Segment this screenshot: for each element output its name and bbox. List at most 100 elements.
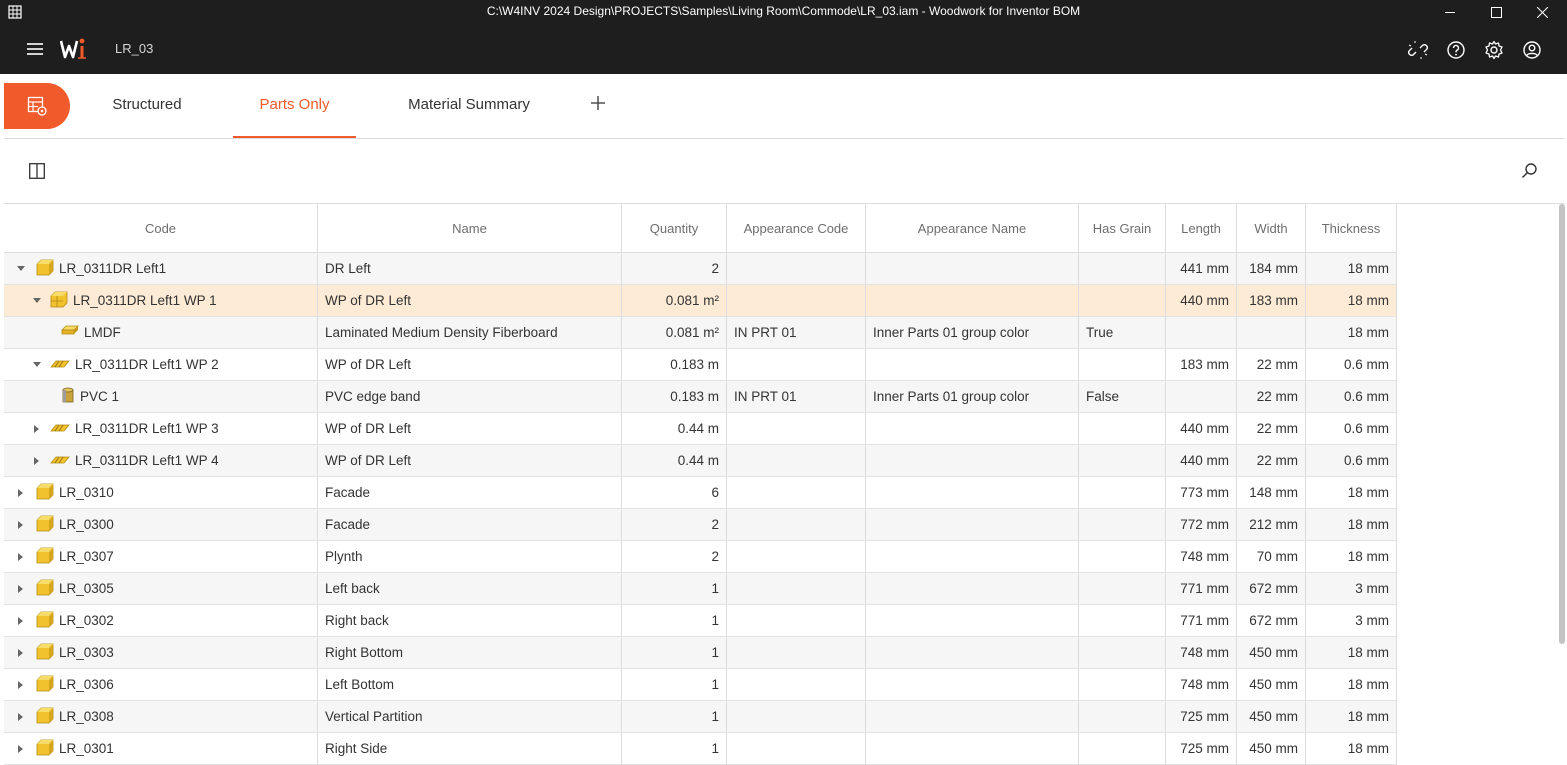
thickness-cell[interactable]: 0.6 mm [1306,381,1397,412]
collapse-caret-right-icon[interactable] [16,616,26,626]
code-cell[interactable]: LR_0311DR Left1 WP 2 [4,349,318,380]
width-cell[interactable]: 672 mm [1237,605,1306,636]
code-cell[interactable]: LR_0311DR Left1 WP 1 [4,285,318,316]
width-cell[interactable]: 672 mm [1237,573,1306,604]
has-grain-cell[interactable] [1079,573,1166,604]
length-cell[interactable]: 440 mm [1166,413,1237,444]
thickness-cell[interactable]: 18 mm [1306,285,1397,316]
thickness-cell[interactable]: 3 mm [1306,605,1397,636]
thickness-cell[interactable]: 18 mm [1306,541,1397,572]
tab-material-summary[interactable]: Material Summary [394,74,544,137]
length-cell[interactable]: 773 mm [1166,477,1237,508]
quantity-cell[interactable]: 1 [622,733,727,764]
quantity-cell[interactable]: 1 [622,637,727,668]
appearance-name-cell[interactable] [866,477,1079,508]
name-cell[interactable]: Facade [318,477,622,508]
appearance-code-cell[interactable] [727,445,866,476]
disconnected-link-icon[interactable] [1408,40,1428,60]
table-row[interactable]: PVC 1 PVC edge band 0.183 m IN PRT 01 Inner … [4,381,1397,413]
width-cell[interactable] [1237,317,1306,348]
has-grain-cell[interactable] [1079,509,1166,540]
collapse-caret-right-icon[interactable] [16,680,26,690]
length-cell[interactable]: 725 mm [1166,733,1237,764]
quantity-cell[interactable]: 1 [622,573,727,604]
table-row[interactable]: LMDF Laminated Medium Density Fiberboard 0… [4,317,1397,349]
maximize-window-button[interactable] [1473,0,1519,24]
minimize-window-button[interactable] [1427,0,1473,24]
quantity-cell[interactable]: 6 [622,477,727,508]
name-cell[interactable]: WP of DR Left [318,445,622,476]
table-row[interactable]: LR_0311DR Left1 DR Left 2 441 mm 184 mm 18 mm [4,253,1397,285]
has-grain-cell[interactable] [1079,669,1166,700]
has-grain-cell[interactable] [1079,637,1166,668]
quantity-cell[interactable]: 1 [622,669,727,700]
appearance-code-cell[interactable]: IN PRT 01 [727,317,866,348]
settings-gear-icon[interactable] [1484,40,1504,60]
appearance-code-cell[interactable] [727,573,866,604]
width-cell[interactable]: 450 mm [1237,637,1306,668]
appearance-code-cell[interactable] [727,509,866,540]
column-header-appearance-code[interactable]: Appearance Code [727,204,866,252]
table-row[interactable]: LR_0308 Vertical Partition 1 725 mm 450 mm 18… [4,701,1397,733]
length-cell[interactable]: 441 mm [1166,253,1237,284]
width-cell[interactable]: 212 mm [1237,509,1306,540]
name-cell[interactable]: Plynth [318,541,622,572]
tab-parts-only[interactable]: Parts Only [233,74,356,138]
appearance-name-cell[interactable] [866,573,1079,604]
collapse-caret-right-icon[interactable] [32,424,42,434]
table-row[interactable]: LR_0303 Right Bottom 1 748 mm 450 mm 18 mm [4,637,1397,669]
length-cell[interactable]: 771 mm [1166,573,1237,604]
appearance-code-cell[interactable]: IN PRT 01 [727,381,866,412]
table-row[interactable]: LR_0306 Left Bottom 1 748 mm 450 mm 18 mm [4,669,1397,701]
thickness-cell[interactable]: 18 mm [1306,701,1397,732]
search-icon[interactable] [1521,162,1538,179]
quantity-cell[interactable]: 0.44 m [622,413,727,444]
hamburger-menu-icon[interactable] [27,42,43,56]
width-cell[interactable]: 22 mm [1237,349,1306,380]
column-header-appearance-name[interactable]: Appearance Name [866,204,1079,252]
code-cell[interactable]: LR_0305 [4,573,318,604]
table-row[interactable]: LR_0311DR Left1 WP 1 WP of DR Left 0.081 m… [4,285,1397,317]
collapse-caret-right-icon[interactable] [16,712,26,722]
table-row[interactable]: LR_0305 Left back 1 771 mm 672 mm 3 mm [4,573,1397,605]
quantity-cell[interactable]: 0.44 m [622,445,727,476]
width-cell[interactable]: 148 mm [1237,477,1306,508]
quantity-cell[interactable]: 2 [622,253,727,284]
thickness-cell[interactable]: 18 mm [1306,733,1397,764]
name-cell[interactable]: DR Left [318,253,622,284]
quantity-cell[interactable]: 1 [622,605,727,636]
column-panel-icon[interactable] [29,163,45,179]
has-grain-cell[interactable]: False [1079,381,1166,412]
appearance-code-cell[interactable] [727,637,866,668]
appearance-name-cell[interactable] [866,733,1079,764]
thickness-cell[interactable]: 0.6 mm [1306,445,1397,476]
thickness-cell[interactable]: 18 mm [1306,253,1397,284]
code-cell[interactable]: LR_0308 [4,701,318,732]
column-header-length[interactable]: Length [1166,204,1237,252]
width-cell[interactable]: 184 mm [1237,253,1306,284]
collapse-caret-right-icon[interactable] [16,552,26,562]
width-cell[interactable]: 450 mm [1237,701,1306,732]
table-row[interactable]: LR_0301 Right Side 1 725 mm 450 mm 18 mm [4,733,1397,765]
length-cell[interactable]: 748 mm [1166,541,1237,572]
expand-caret-down-icon[interactable] [32,296,42,306]
length-cell[interactable]: 771 mm [1166,605,1237,636]
has-grain-cell[interactable] [1079,349,1166,380]
expand-caret-down-icon[interactable] [32,360,42,370]
expand-caret-down-icon[interactable] [16,264,26,274]
table-row[interactable]: LR_0311DR Left1 WP 3 WP of DR Left 0.44 m 4… [4,413,1397,445]
appearance-code-cell[interactable] [727,253,866,284]
column-header-code[interactable]: Code [4,204,318,252]
appearance-code-cell[interactable] [727,285,866,316]
quantity-cell[interactable]: 1 [622,701,727,732]
width-cell[interactable]: 450 mm [1237,733,1306,764]
length-cell[interactable]: 440 mm [1166,285,1237,316]
appearance-code-cell[interactable] [727,605,866,636]
has-grain-cell[interactable] [1079,445,1166,476]
name-cell[interactable]: Right back [318,605,622,636]
vertical-scrollbar[interactable] [1559,204,1565,644]
appearance-name-cell[interactable] [866,445,1079,476]
thickness-cell[interactable]: 18 mm [1306,317,1397,348]
name-cell[interactable]: Facade [318,509,622,540]
collapse-caret-right-icon[interactable] [16,584,26,594]
